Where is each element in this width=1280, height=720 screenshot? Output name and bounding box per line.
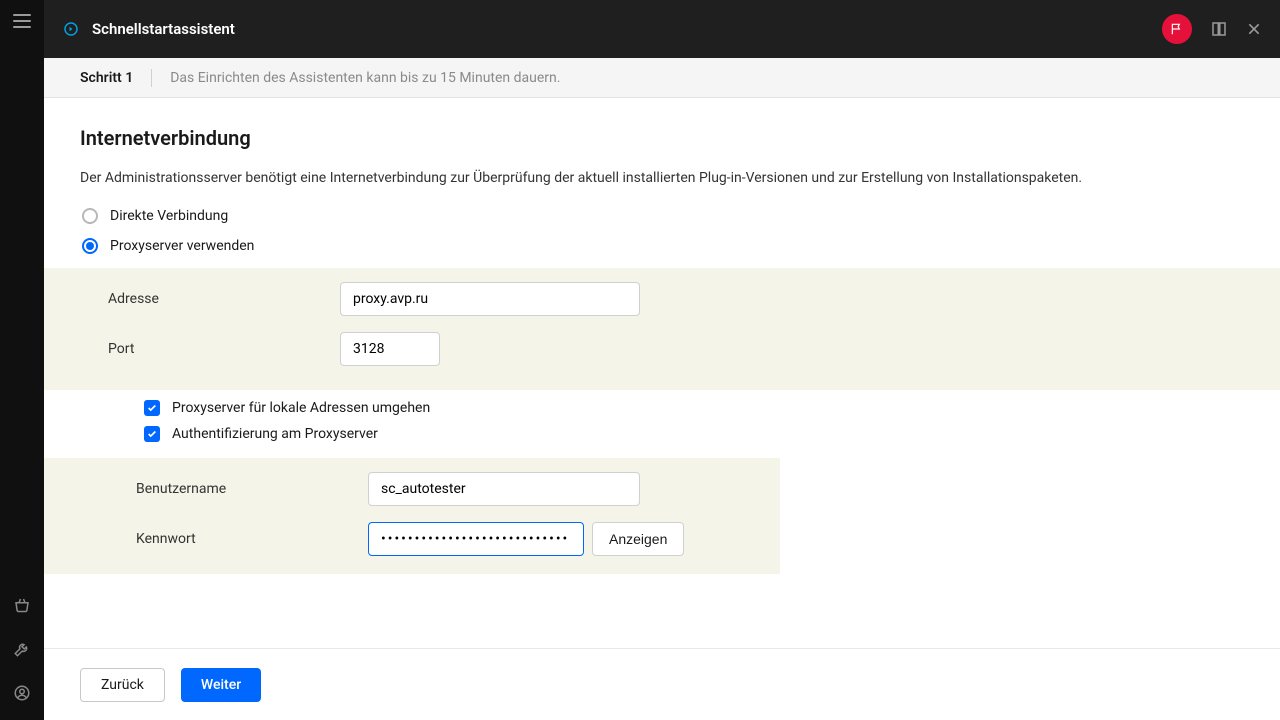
close-icon[interactable] [1246,21,1262,37]
radio-direct-connection[interactable]: Direkte Verbindung [80,208,1244,224]
checkbox-bypass-local[interactable]: Proxyserver für lokale Adressen umgehen [144,400,1244,416]
username-input[interactable] [368,472,640,506]
address-input[interactable] [340,282,640,316]
address-label: Adresse [108,291,340,307]
checkbox-icon [144,400,160,416]
radio-icon [82,208,98,224]
wrench-icon[interactable] [13,640,31,658]
auth-block: Benutzername Kennwort Anzeigen [44,458,780,574]
port-input[interactable] [340,332,440,366]
checkbox-label: Authentifizierung am Proxyserver [172,426,378,442]
user-circle-icon[interactable] [13,684,31,702]
section-description: Der Administrationsserver benötigt eine … [80,170,1160,186]
port-label: Port [108,341,340,357]
menu-icon[interactable] [13,14,31,28]
footer: Zurück Weiter [44,648,1280,720]
username-label: Benutzername [136,481,368,497]
radio-use-proxy[interactable]: Proxyserver verwenden [80,238,1244,254]
stepbar: Schritt 1 Das Einrichten des Assistenten… [44,58,1280,98]
radio-label: Direkte Verbindung [110,208,228,224]
checkbox-label: Proxyserver für lokale Adressen umgehen [172,400,430,416]
step-label: Schritt 1 [80,70,133,86]
password-input[interactable] [368,522,584,556]
brand-icon [62,20,80,38]
section-heading: Internetverbindung [80,126,1244,150]
proxy-options: Proxyserver für lokale Adressen umgehen … [80,390,1244,458]
password-label: Kennwort [136,531,368,547]
proxy-settings-block: Adresse Port [44,268,1280,390]
page-title: Schnellstartassistent [92,20,235,38]
divider [151,69,152,87]
next-button[interactable]: Weiter [181,668,261,702]
left-rail [0,0,44,720]
bookmark-icon[interactable] [1210,20,1228,38]
content: Internetverbindung Der Administrationsse… [44,98,1280,648]
checkbox-proxy-auth[interactable]: Authentifizierung am Proxyserver [144,426,1244,442]
checkbox-icon [144,426,160,442]
basket-icon[interactable] [13,596,31,614]
topbar: Schnellstartassistent [44,0,1280,58]
back-button[interactable]: Zurück [80,668,165,702]
radio-label: Proxyserver verwenden [110,238,254,254]
show-password-button[interactable]: Anzeigen [592,522,684,556]
feedback-button[interactable] [1162,14,1192,44]
step-hint: Das Einrichten des Assistenten kann bis … [170,70,560,86]
radio-icon [82,238,98,254]
